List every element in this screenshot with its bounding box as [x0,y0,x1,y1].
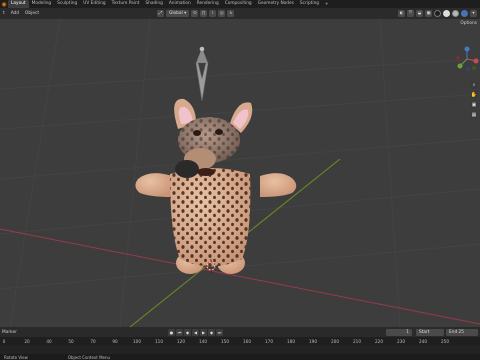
ruler-tick: 40 [46,338,52,344]
proportional-icon[interactable]: ◎ [218,10,226,17]
ruler-tick: 100 [133,338,141,344]
current-frame-field[interactable]: 1 [386,328,412,336]
orientation-icon[interactable]: ⤢ [157,10,164,17]
timeline-track-area[interactable] [0,345,480,354]
menu-add[interactable]: Add [8,11,22,16]
ruler-tick: 180 [287,338,295,344]
material-shading-button[interactable] [452,10,459,17]
shading-options-icon[interactable]: ▾ [470,10,477,17]
menu-view[interactable]: t [0,11,8,16]
tab-texture-paint[interactable]: Texture Paint [109,0,143,8]
workspace-bar: ◉ Layout Modeling Sculpting UV Editing T… [0,0,480,8]
playback-controls: ● ⏮ ◆ ◀ ▶ ◆ ⏭ [168,328,223,336]
magnet-icon[interactable]: ⋂ [200,10,208,17]
ruler-tick: 210 [353,338,361,344]
falloff-icon[interactable]: ∧ [227,10,235,17]
play-reverse-icon[interactable]: ◀ [192,328,199,336]
viewport-3d[interactable]: ⌕ ✋ ▣ ▦ [0,19,480,327]
add-workspace-button[interactable]: + [322,2,332,7]
grid-icon[interactable]: ▦ [470,111,478,119]
hand-icon[interactable]: ✋ [470,91,478,99]
solid-shading-button[interactable] [443,10,450,17]
record-icon[interactable]: ● [168,328,175,336]
viewport-nav-tools: ⌕ ✋ ▣ ▦ [470,81,478,119]
ruler-tick: 220 [375,338,383,344]
prev-keyframe-icon[interactable]: ◆ [184,328,191,336]
ruler-tick: 230 [397,338,405,344]
ruler-tick: 190 [309,338,317,344]
ruler-tick: 240 [419,338,427,344]
status-rotate-view: Rotate View [4,354,28,360]
ruler-tick: 200 [331,338,339,344]
character-model[interactable] [135,46,297,274]
rendered-shading-button[interactable] [461,10,468,17]
marker-menu[interactable]: Marker [0,330,17,335]
timeline-header: Marker ● ⏮ ◆ ◀ ▶ ◆ ⏭ 1 Start End 25 [0,327,480,337]
ruler-tick: 250 [441,338,449,344]
ruler-tick: 110 [155,338,163,344]
jump-start-icon[interactable]: ⏮ [176,328,183,336]
menu-object[interactable]: Object [22,11,42,16]
ruler-tick: 140 [199,338,207,344]
next-keyframe-icon[interactable]: ◆ [208,328,215,336]
tab-modeling[interactable]: Modeling [29,0,55,8]
ruler-tick: 70 [90,338,96,344]
navigation-gizmo[interactable] [454,46,480,76]
tab-shading[interactable]: Shading [142,0,165,8]
tab-layout[interactable]: Layout [8,0,29,8]
visibility-icon[interactable]: ◐ [398,10,405,17]
orientation-label: Global [169,11,183,16]
ruler-tick: 170 [265,338,273,344]
overlay-icon[interactable]: ◒ [416,10,423,17]
tab-geometry-nodes[interactable]: Geometry Nodes [255,0,297,8]
tab-scripting[interactable]: Scripting [297,0,322,8]
camera-icon[interactable]: ▣ [470,101,478,109]
zoom-icon[interactable]: ⌕ [470,81,478,89]
end-label: End [449,329,458,335]
end-value: 25 [458,329,465,335]
jump-end-icon[interactable]: ⏭ [216,328,223,336]
ruler-tick: 20 [24,338,30,344]
end-frame-field[interactable]: End 25 [446,328,478,336]
orientation-dropdown[interactable]: Global ▾ [166,10,190,17]
play-icon[interactable]: ▶ [200,328,207,336]
shading-controls: ◐ ⤧ ◒ ▣ ▾ [398,9,477,18]
gizmo-toggle-icon[interactable]: ⤧ [407,10,414,17]
tab-animation[interactable]: Animation [166,0,194,8]
viewport-canvas[interactable] [0,19,480,327]
ruler-tick: 0 [2,338,6,344]
status-context-menu: Object Context Menu [67,354,111,360]
wireframe-shading-button[interactable] [434,10,441,17]
timeline-ruler[interactable]: 0 20 40 50 70 90 100 110 120 140 150 160… [0,337,480,345]
ruler-tick: 150 [221,338,229,344]
pivot-icon[interactable]: ⊙ [191,10,199,17]
tab-rendering[interactable]: Rendering [194,0,222,8]
ruler-tick: 50 [68,338,74,344]
blender-logo-icon[interactable]: ◉ [0,0,8,8]
snap-grid-icon[interactable]: ⁞ [209,10,217,17]
ruler-tick: 90 [112,338,118,344]
ruler-tick: 120 [177,338,185,344]
ruler-tick: 160 [243,338,251,344]
status-bar: Rotate View Object Context Menu [0,354,480,360]
start-frame-field[interactable]: Start [416,328,444,336]
xray-icon[interactable]: ▣ [425,10,432,17]
transform-controls: ⤢ Global ▾ ⊙ ⋂ ⁞ ◎ ∧ [157,9,235,18]
tab-sculpting[interactable]: Sculpting [54,0,80,8]
tab-compositing[interactable]: Compositing [222,0,255,8]
tab-uv-editing[interactable]: UV Editing [80,0,108,8]
viewport-header: t Add Object ⤢ Global ▾ ⊙ ⋂ ⁞ ◎ ∧ ◐ ⤧ ◒ … [0,8,480,19]
start-label: Start [419,329,430,335]
